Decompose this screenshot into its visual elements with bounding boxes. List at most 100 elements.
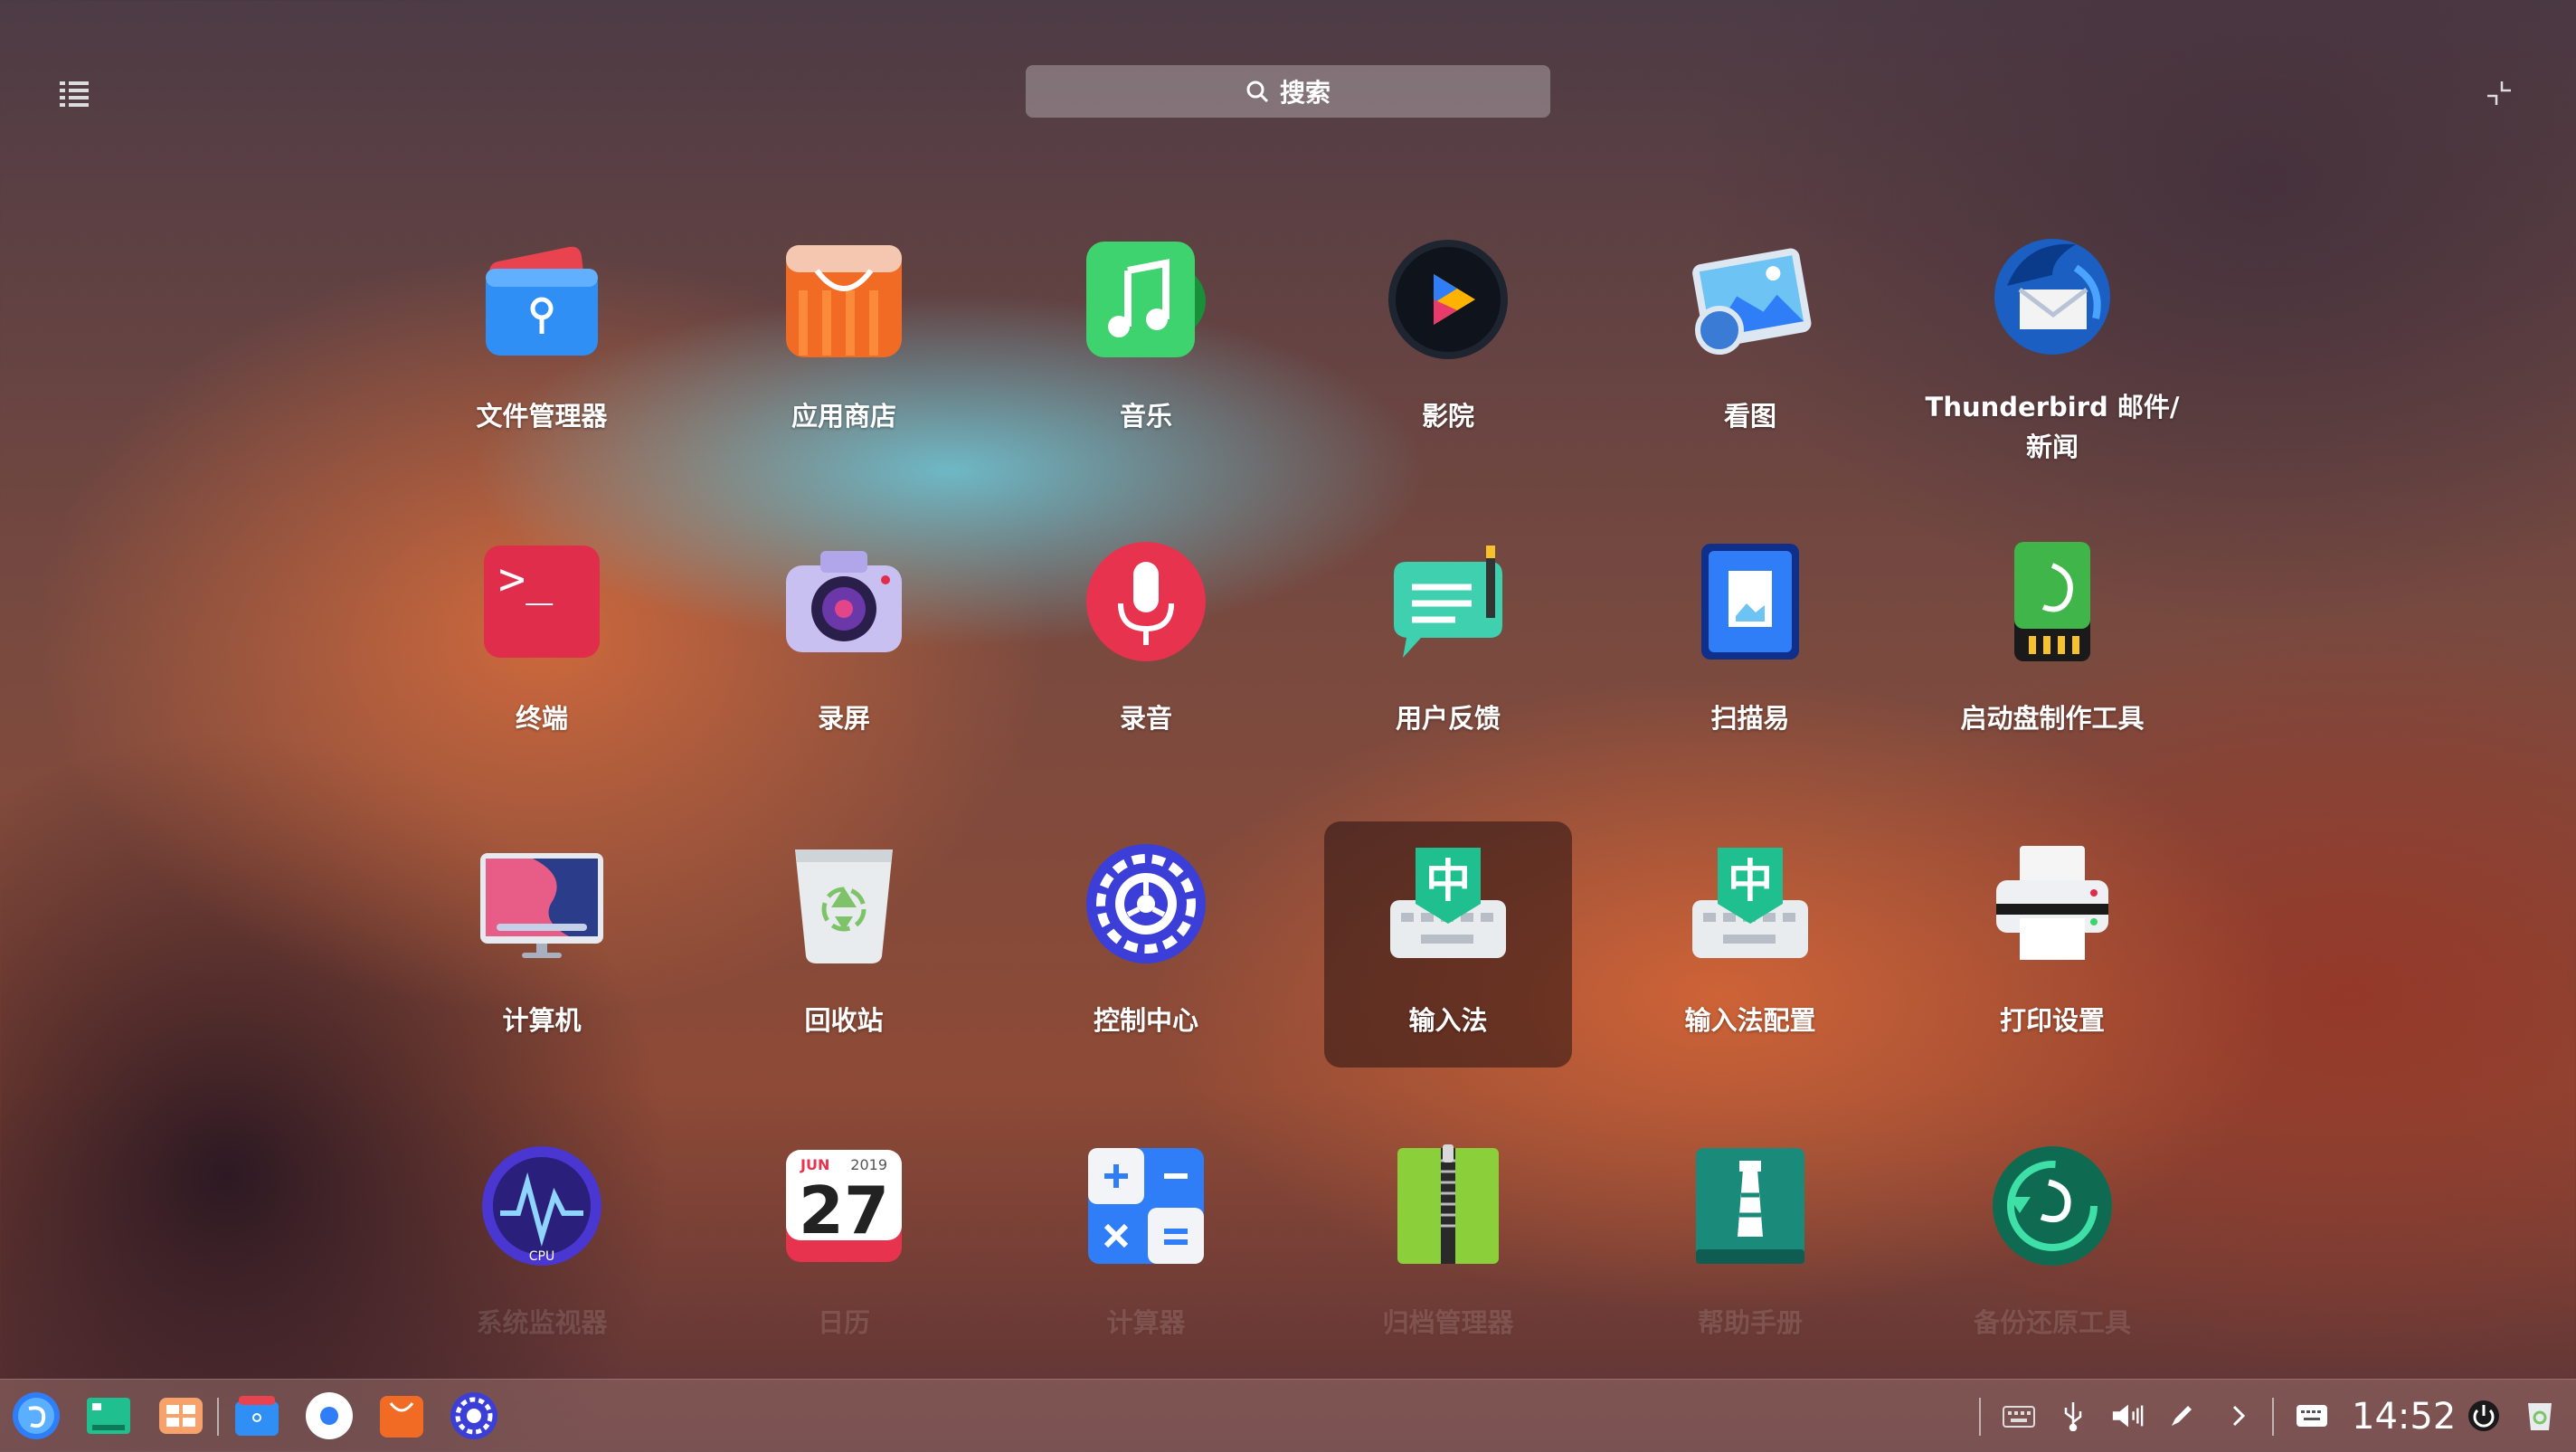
- keyboard-tray-icon[interactable]: [2003, 1400, 2035, 1432]
- trash-icon: [795, 849, 893, 963]
- exit-fullscreen-icon[interactable]: [2484, 80, 2514, 107]
- app-calculator[interactable]: 计算器: [1022, 1124, 1270, 1370]
- multitask-view-icon[interactable]: [83, 1390, 134, 1441]
- printer-icon: [1996, 846, 2108, 960]
- app-label: 计算机: [502, 1005, 582, 1036]
- app-scanner[interactable]: 扫描易: [1626, 519, 1874, 765]
- app-trash[interactable]: 回收站: [720, 821, 968, 1068]
- input-method-icon: 中: [1390, 848, 1506, 958]
- svg-text:CPU: CPU: [529, 1249, 554, 1264]
- tray-separator: [2272, 1398, 2274, 1436]
- app-image-viewer[interactable]: 看图: [1626, 217, 1874, 463]
- app-computer[interactable]: 计算机: [418, 821, 666, 1068]
- launcher-icon[interactable]: [11, 1390, 62, 1441]
- app-print-settings[interactable]: 打印设置: [1928, 821, 2176, 1068]
- calculator-icon: [1088, 1148, 1204, 1264]
- file-manager-icon: [486, 246, 598, 356]
- music-icon: [1086, 242, 1206, 357]
- taskbar: 14:52: [0, 1379, 2576, 1452]
- app-label: Thunderbird 邮件/新闻: [1925, 392, 2180, 462]
- app-label: 控制中心: [1093, 1005, 1198, 1036]
- app-label: 扫描易: [1710, 703, 1790, 734]
- app-input-method[interactable]: 中 输入法: [1324, 821, 1572, 1068]
- thunderbird-icon: [1994, 239, 2110, 355]
- svg-text:JUN: JUN: [800, 1156, 829, 1173]
- app-archive-manager[interactable]: 归档管理器: [1324, 1124, 1572, 1370]
- app-voice-recorder[interactable]: 录音: [1022, 519, 1270, 765]
- control-center-dock-icon[interactable]: [449, 1390, 499, 1441]
- app-music[interactable]: 音乐: [1022, 217, 1270, 463]
- app-calendar[interactable]: JUN 2019 27 日历: [720, 1124, 968, 1370]
- control-center-gear-icon: [1086, 844, 1206, 963]
- app-grid: 文件管理器 应用商店 音乐 影院 看图 Thunderbird 邮件/新闻 >_…: [391, 217, 2203, 1426]
- app-file-manager[interactable]: 文件管理器: [418, 217, 666, 463]
- app-label: 归档管理器: [1382, 1307, 1514, 1338]
- chevron-right-icon[interactable]: [2221, 1400, 2254, 1432]
- app-input-method-config[interactable]: 中 输入法配置: [1626, 821, 1874, 1068]
- file-manager-dock-icon[interactable]: [232, 1390, 282, 1441]
- app-movie[interactable]: 影院: [1324, 217, 1572, 463]
- app-thunderbird[interactable]: Thunderbird 邮件/新闻: [1926, 217, 2179, 463]
- trash-dock-icon[interactable]: [2524, 1400, 2556, 1432]
- app-label: 计算器: [1106, 1307, 1186, 1338]
- app-boot-maker[interactable]: 启动盘制作工具: [1928, 519, 2176, 765]
- movie-player-icon: [1388, 240, 1508, 359]
- app-feedback[interactable]: 用户反馈: [1324, 519, 1572, 765]
- usb-tray-icon[interactable]: [2057, 1400, 2089, 1432]
- app-label: 看图: [1723, 401, 1776, 432]
- usb-boot-maker-icon: [2014, 542, 2090, 661]
- onscreen-keyboard-icon[interactable]: [2296, 1400, 2328, 1432]
- app-label: 音乐: [1119, 401, 1172, 432]
- app-label: 终端: [515, 703, 568, 734]
- input-method-config-icon: 中: [1692, 848, 1808, 958]
- svg-text:中: 中: [1728, 855, 1773, 907]
- svg-text:中: 中: [1425, 855, 1471, 907]
- app-label: 帮助手册: [1697, 1307, 1803, 1338]
- app-label: 启动盘制作工具: [1960, 703, 2145, 734]
- archive-manager-icon: [1397, 1144, 1499, 1264]
- browser-icon[interactable]: [304, 1390, 355, 1441]
- help-manual-icon: [1696, 1148, 1804, 1264]
- app-label: 系统监视器: [476, 1307, 608, 1338]
- app-screen-recorder[interactable]: 录屏: [720, 519, 968, 765]
- app-help-manual[interactable]: 帮助手册: [1626, 1124, 1874, 1370]
- screen-recorder-icon: [786, 551, 902, 652]
- search-input[interactable]: 搜索: [1026, 65, 1550, 118]
- backup-restore-icon: [1993, 1146, 2112, 1266]
- app-label: 回收站: [804, 1005, 884, 1036]
- app-terminal[interactable]: >_ 终端: [418, 519, 666, 765]
- app-label: 应用商店: [791, 401, 896, 432]
- app-backup-restore[interactable]: 备份还原工具: [1928, 1124, 2176, 1370]
- power-icon[interactable]: [2467, 1400, 2500, 1432]
- app-label: 录音: [1119, 703, 1172, 734]
- app-store-icon: [786, 245, 902, 357]
- svg-text:>_: >_: [498, 553, 554, 605]
- volume-icon[interactable]: [2111, 1400, 2144, 1432]
- app-label: 文件管理器: [476, 401, 608, 432]
- app-control-center[interactable]: 控制中心: [1022, 821, 1270, 1068]
- terminal-icon: >_: [484, 546, 600, 658]
- app-label: 录屏: [817, 703, 870, 734]
- tray-separator: [1979, 1398, 1981, 1436]
- fullscreen-grid-toggle-icon[interactable]: [60, 80, 90, 107]
- svg-text:27: 27: [799, 1172, 889, 1248]
- system-monitor-icon: CPU: [482, 1146, 601, 1266]
- workspace-icon[interactable]: [156, 1390, 206, 1441]
- clock[interactable]: 14:52: [2352, 1396, 2456, 1438]
- microphone-icon: [1086, 542, 1206, 661]
- app-label: 打印设置: [1999, 1005, 2105, 1036]
- app-store[interactable]: 应用商店: [720, 217, 968, 463]
- app-system-monitor[interactable]: CPU 系统监视器: [418, 1124, 666, 1370]
- search-icon: [1246, 81, 1269, 103]
- app-store-dock-icon[interactable]: [376, 1390, 427, 1441]
- calendar-icon: JUN 2019 27: [786, 1150, 902, 1262]
- svg-text:2019: 2019: [850, 1156, 887, 1173]
- scanner-icon: [1701, 544, 1799, 660]
- app-label: 日历: [817, 1307, 870, 1338]
- app-label: 输入法: [1408, 1005, 1488, 1036]
- search-placeholder: 搜索: [1279, 78, 1331, 108]
- pen-tray-icon[interactable]: [2165, 1400, 2198, 1432]
- computer-icon: [480, 853, 603, 958]
- image-viewer-icon: [1692, 248, 1812, 355]
- app-label: 用户反馈: [1395, 703, 1501, 734]
